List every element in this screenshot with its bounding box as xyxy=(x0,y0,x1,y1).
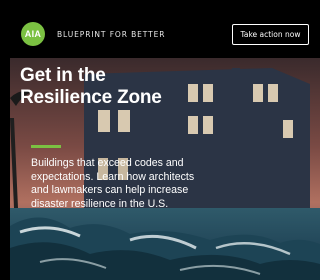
banner-ad[interactable]: AIA BLUEPRINT FOR BETTER Take action now xyxy=(0,0,320,280)
aia-logo[interactable]: AIA xyxy=(21,22,45,46)
headline: Get in the Resilience Zone xyxy=(20,65,162,108)
brand-tagline: BLUEPRINT FOR BETTER xyxy=(57,30,166,39)
top-bar: AIA BLUEPRINT FOR BETTER Take action now xyxy=(0,0,320,58)
take-action-button[interactable]: Take action now xyxy=(232,24,309,45)
accent-bar xyxy=(31,145,61,148)
body-text: Buildings that exceed codes and expectat… xyxy=(31,157,195,210)
